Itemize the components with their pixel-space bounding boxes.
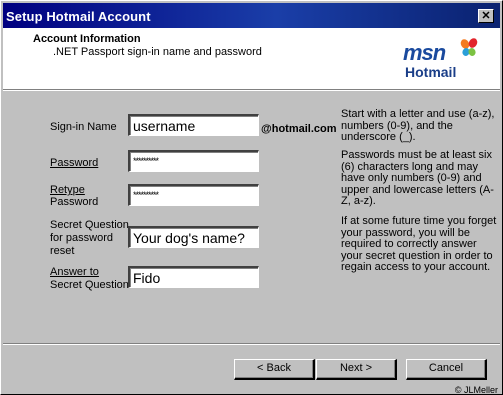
secret-label-line1: Secret Question [50,219,129,231]
copyright-text: © JLMeller [454,385,498,395]
window-title: Setup Hotmail Account [6,9,151,24]
logo-hotmail-text: Hotmail [405,64,457,80]
secret-question-input[interactable]: Your dog's name? [128,226,259,248]
page-title: Account Information [33,33,141,45]
cancel-button[interactable]: Cancel [406,359,487,380]
secret-label-line2: for password [50,232,113,244]
next-button[interactable]: Next > [316,359,397,380]
secret-answer-input[interactable]: Fido [128,266,259,288]
header-panel: Account Information .NET Passport sign-i… [3,28,500,89]
back-button-label: < Back [257,362,291,374]
footer-divider-highlight [3,344,500,345]
retype-label-line2: Password [50,196,99,208]
cancel-button-label: Cancel [428,362,464,374]
next-button-label: Next > [339,362,373,374]
signin-label: Sign-in Name [50,121,117,133]
retype-password-input[interactable]: ********** [128,184,259,206]
domain-suffix: @hotmail.com [261,123,337,135]
close-button[interactable]: ✕ [478,9,494,23]
secret-label-line3: reset [50,245,75,257]
retype-label-line1: Retype [50,184,85,196]
answer-label-line2: Secret Question [50,279,129,291]
back-button[interactable]: < Back [234,359,315,380]
msn-butterfly-icon [460,38,478,56]
page-subtitle: .NET Passport sign-in name and password [53,46,262,58]
password-hint: Passwords must be at least six (6) chara… [341,149,494,207]
msn-hotmail-logo: msn Hotmail [403,38,493,84]
signin-hint: Start with a letter and use (a-z), numbe… [341,108,495,143]
password-label: Password [50,157,99,169]
setup-dialog: Setup Hotmail Account ✕ Account Informat… [0,0,503,395]
answer-label-line1: Answer to [50,266,99,278]
header-divider-highlight [3,90,500,91]
title-bar[interactable]: Setup Hotmail Account ✕ [3,3,500,28]
close-icon: ✕ [481,9,491,22]
password-input[interactable]: ********** [128,150,259,172]
signin-name-input[interactable]: username [128,114,259,136]
logo-msn-text: msn [403,40,446,65]
secret-question-hint: If at some future time you forget your p… [341,215,497,273]
